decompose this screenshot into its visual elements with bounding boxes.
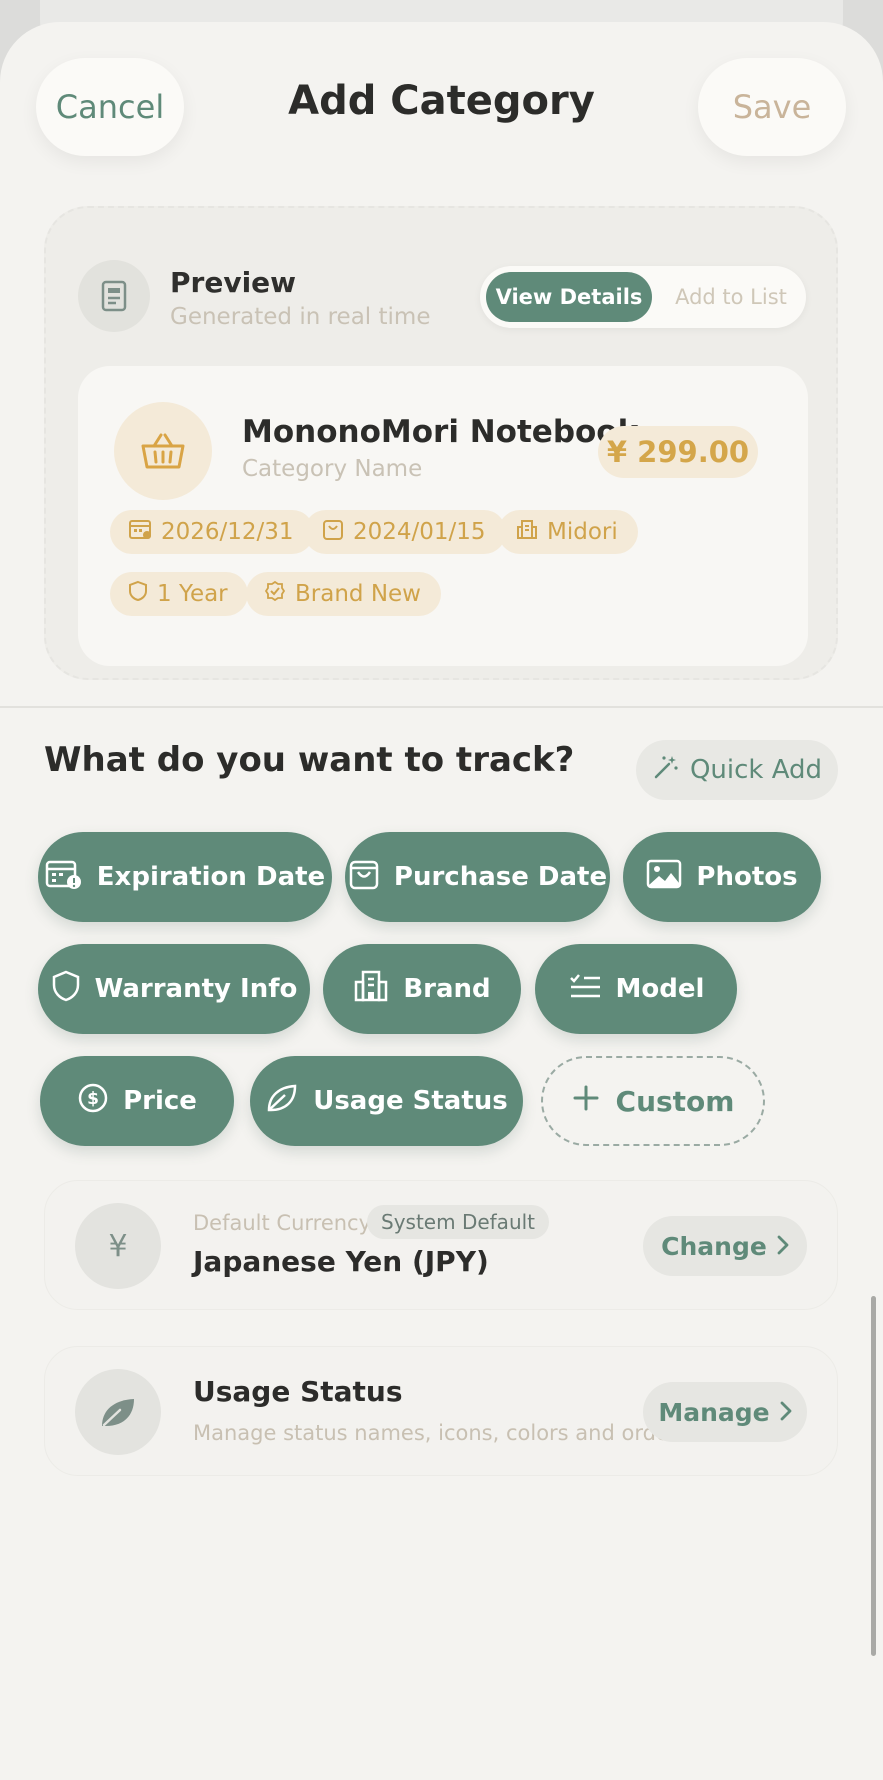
quick-add-button[interactable]: Quick Add: [636, 740, 838, 800]
shield-icon: [51, 970, 81, 1009]
magic-wand-icon: [652, 753, 680, 788]
building-icon: [516, 518, 538, 546]
chip-label: Usage Status: [313, 1086, 508, 1116]
dollar-circle-icon: $: [77, 1082, 109, 1121]
usage-status-subtitle: Manage status names, icons, colors and o…: [193, 1421, 678, 1445]
chip-label: Brand: [403, 974, 491, 1004]
shopping-bag-icon: [322, 517, 344, 547]
image-icon: [646, 859, 682, 896]
scrollbar[interactable]: [871, 1296, 876, 1656]
default-currency-row: ¥ Default Currency System Default Japane…: [44, 1180, 838, 1310]
chip-label: Expiration Date: [96, 862, 326, 892]
preview-title: Preview: [170, 266, 297, 299]
preview-subtitle: Generated in real time: [170, 304, 431, 330]
purchase-tag: 2024/01/15: [304, 510, 506, 554]
chip-photos[interactable]: Photos: [623, 832, 821, 922]
price-badge: ¥ 299.00: [598, 426, 758, 478]
add-category-sheet: Cancel Add Category Save Preview Generat…: [0, 22, 883, 1780]
chip-label: Model: [615, 974, 705, 1004]
change-label: Change: [661, 1231, 767, 1261]
view-details-tab[interactable]: View Details: [486, 272, 652, 322]
tag-label: 2024/01/15: [353, 519, 486, 545]
chevron-right-icon: [777, 1232, 789, 1261]
chip-purchase-date[interactable]: Purchase Date: [345, 832, 610, 922]
brand-tag: Midori: [498, 510, 638, 554]
item-category: Category Name: [242, 456, 423, 482]
add-to-list-tab[interactable]: Add to List: [662, 272, 800, 322]
calendar-icon: [128, 518, 152, 546]
manage-status-button[interactable]: Manage: [643, 1382, 807, 1442]
warranty-tag: 1 Year: [110, 572, 248, 616]
shopping-bag-icon: [348, 857, 380, 898]
manage-label: Manage: [658, 1397, 770, 1427]
preview-panel: Preview Generated in real time View Deta…: [44, 206, 838, 680]
chip-expiration-date[interactable]: Expiration Date: [38, 832, 332, 922]
save-button[interactable]: Save: [698, 58, 846, 156]
leaf-icon: [75, 1369, 161, 1455]
usage-status-row: Usage Status Manage status names, icons,…: [44, 1346, 838, 1476]
calendar-alert-icon: [45, 858, 83, 897]
system-default-badge: System Default: [367, 1205, 550, 1239]
currency-value: Japanese Yen (JPY): [193, 1245, 489, 1278]
tag-label: 1 Year: [157, 581, 228, 607]
checklist-icon: [568, 971, 602, 1008]
chip-label: Custom: [615, 1084, 735, 1118]
tag-label: 2026/12/31: [161, 519, 294, 545]
chip-model[interactable]: Model: [535, 944, 737, 1034]
chip-custom[interactable]: Custom: [541, 1056, 765, 1146]
badge-check-icon: [264, 580, 286, 608]
document-icon: [78, 260, 150, 332]
building-icon: [353, 969, 389, 1010]
preview-mode-toggle: View Details Add to List: [480, 266, 806, 328]
chip-price[interactable]: $ Price: [40, 1056, 234, 1146]
change-currency-button[interactable]: Change: [643, 1216, 807, 1276]
basket-icon: [114, 402, 212, 500]
condition-tag: Brand New: [246, 572, 441, 616]
yen-glyph: ¥: [108, 1228, 128, 1264]
svg-text:$: $: [87, 1089, 99, 1109]
chevron-right-icon: [780, 1398, 792, 1427]
chip-brand[interactable]: Brand: [323, 944, 521, 1034]
plus-icon: [572, 1084, 600, 1119]
shield-icon: [128, 580, 148, 608]
tag-label: Brand New: [295, 581, 421, 607]
chip-label: Price: [123, 1086, 197, 1116]
leaf-icon: [265, 1082, 299, 1121]
track-heading: What do you want to track?: [44, 740, 575, 780]
quick-add-label: Quick Add: [689, 755, 823, 785]
tag-label: Midori: [547, 519, 618, 545]
yen-icon: ¥: [75, 1203, 161, 1289]
chip-label: Photos: [696, 862, 798, 892]
divider: [0, 706, 883, 708]
currency-label: Default Currency: [193, 1211, 372, 1235]
expiration-tag: 2026/12/31: [110, 510, 314, 554]
chip-label: Warranty Info: [94, 974, 298, 1004]
item-name: MononoMori Notebook: [242, 414, 639, 450]
chip-usage-status[interactable]: Usage Status: [250, 1056, 523, 1146]
item-preview-card: MononoMori Notebook Category Name ¥ 299.…: [78, 366, 808, 666]
chip-label: Purchase Date: [393, 862, 608, 892]
usage-status-title: Usage Status: [193, 1375, 403, 1408]
chip-warranty-info[interactable]: Warranty Info: [38, 944, 310, 1034]
